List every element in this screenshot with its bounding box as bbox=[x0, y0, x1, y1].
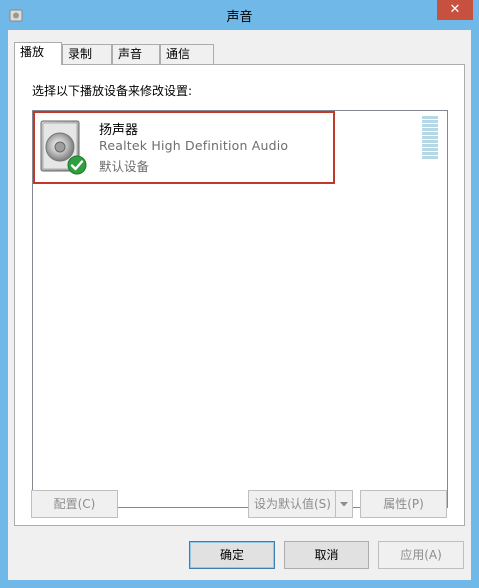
apply-button[interactable]: 应用(A) bbox=[378, 541, 464, 569]
playback-device-list[interactable]: 扬声器 Realtek High Definition Audio 默认设备 bbox=[32, 110, 448, 508]
device-driver: Realtek High Definition Audio bbox=[99, 138, 289, 153]
instruction-text: 选择以下播放设备来修改设置: bbox=[32, 84, 193, 98]
sound-dialog-window: 声音 ✕ 播放 录制 声音 通信 选择以下播放设备来修改设置: 扬声器 Real… bbox=[0, 0, 479, 588]
chevron-down-icon bbox=[340, 502, 348, 507]
window-title: 声音 bbox=[226, 10, 253, 25]
set-default-dropdown-arrow[interactable] bbox=[335, 490, 353, 518]
tab-playback[interactable]: 播放 bbox=[14, 42, 62, 65]
dialog-client-area: 播放 录制 声音 通信 选择以下播放设备来修改设置: 扬声器 Realtek H… bbox=[8, 30, 471, 580]
tab-communications[interactable]: 通信 bbox=[160, 44, 214, 64]
playback-panel: 选择以下播放设备来修改设置: 扬声器 Realtek High Definiti… bbox=[14, 64, 465, 526]
device-list-item[interactable]: 扬声器 Realtek High Definition Audio 默认设备 bbox=[33, 111, 335, 184]
title-bar[interactable]: 声音 ✕ bbox=[0, 0, 479, 30]
default-device-check-icon bbox=[67, 155, 87, 175]
properties-button[interactable]: 属性(P) bbox=[360, 490, 447, 518]
configure-button[interactable]: 配置(C) bbox=[31, 490, 118, 518]
device-name: 扬声器 bbox=[99, 123, 139, 138]
tab-sounds[interactable]: 声音 bbox=[112, 44, 160, 64]
ok-button[interactable]: 确定 bbox=[189, 541, 275, 569]
tab-recording[interactable]: 录制 bbox=[62, 44, 112, 64]
set-default-button[interactable]: 设为默认值(S) bbox=[248, 490, 337, 518]
device-status: 默认设备 bbox=[99, 159, 150, 174]
volume-level-meter bbox=[422, 116, 438, 159]
cancel-button[interactable]: 取消 bbox=[284, 541, 369, 569]
close-button[interactable]: ✕ bbox=[437, 0, 473, 20]
